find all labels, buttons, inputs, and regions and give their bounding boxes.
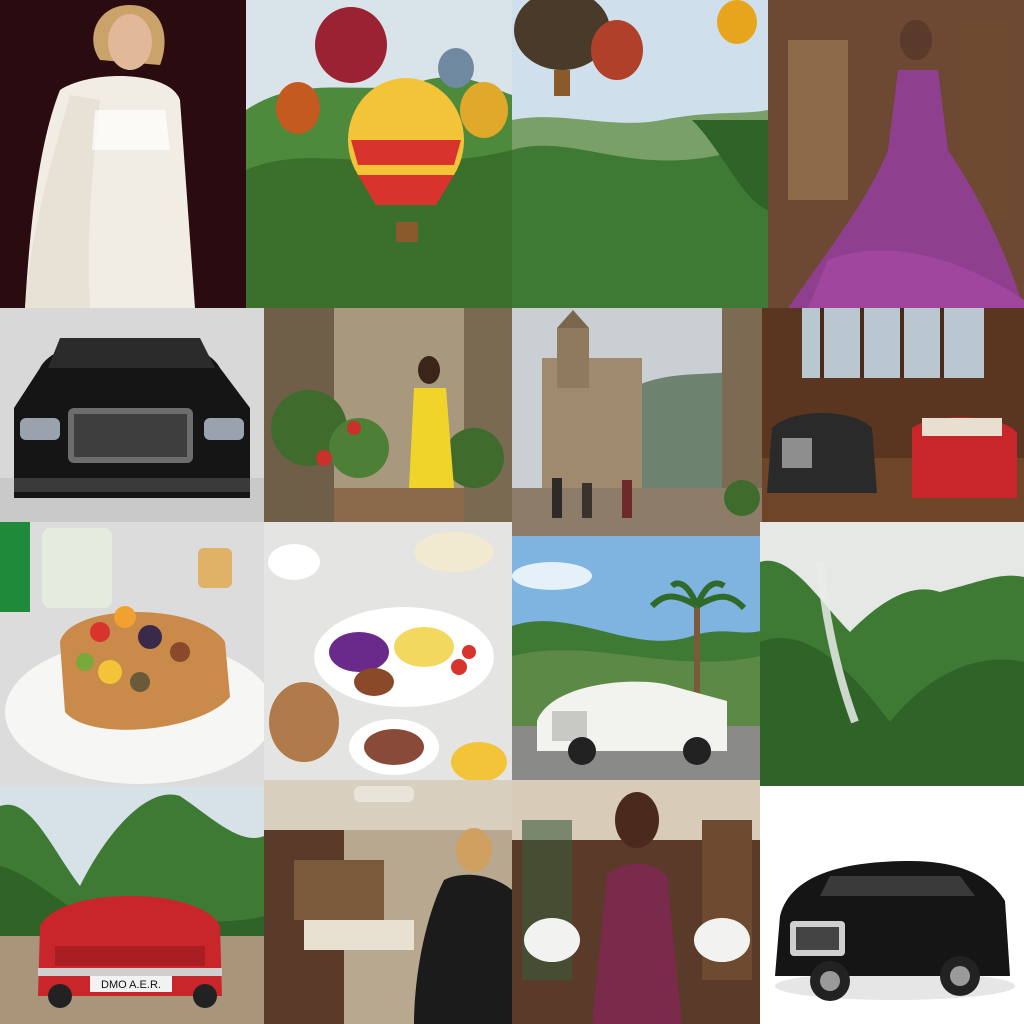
tile-white-car-palm xyxy=(512,536,760,780)
tile-balloons-valley xyxy=(512,0,768,308)
tile-waterfall-mountains xyxy=(760,522,1024,786)
tile-fruit-toast-plate xyxy=(0,522,264,786)
tile-banquet-table xyxy=(264,522,512,786)
tile-woman-purple-gown xyxy=(768,0,1024,308)
tile-woman-purple-dress-car xyxy=(512,780,760,1024)
tile-balloons-mountains xyxy=(246,0,512,308)
tile-old-town-church xyxy=(512,308,762,536)
tile-black-luxury-sedan xyxy=(760,786,1024,1024)
image-collage: DMO A.E.R. xyxy=(0,0,1024,1024)
tile-jet-interior-woman xyxy=(264,780,512,1024)
license-plate-text: DMO A.E.R. xyxy=(101,979,161,991)
tile-woman-yellow-dress xyxy=(264,308,512,522)
tile-woman-white-gown xyxy=(0,0,246,308)
tile-red-convertible: DMO A.E.R. xyxy=(0,786,264,1024)
tile-black-convertible xyxy=(0,308,264,522)
tile-vintage-cars-hall xyxy=(762,308,1024,522)
